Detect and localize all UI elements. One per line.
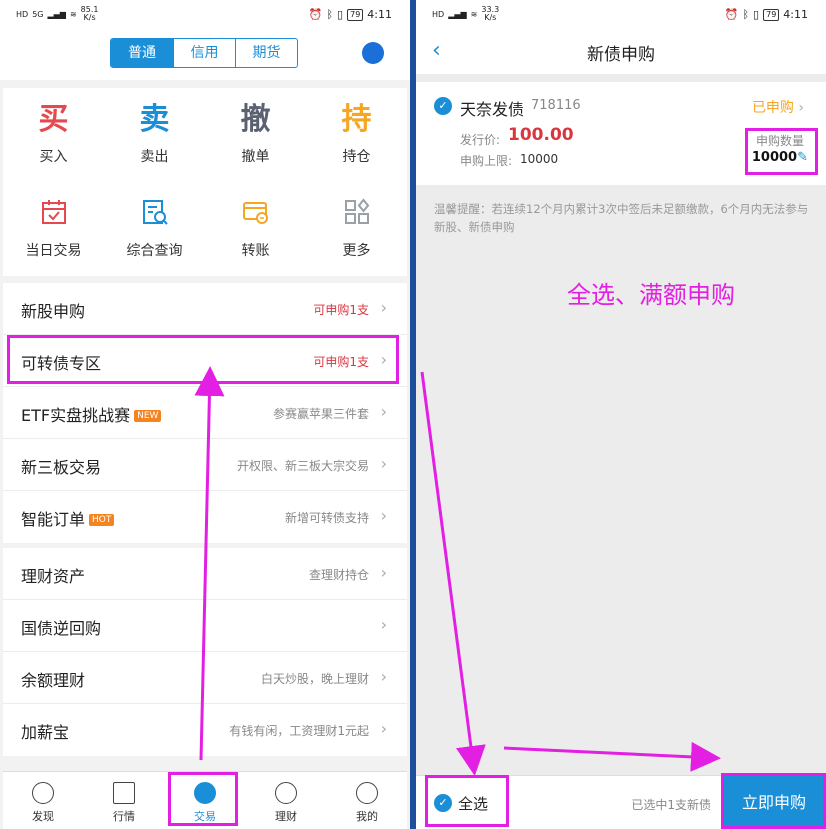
arrow-to-select-all <box>420 371 486 776</box>
arrow-to-convertible-bond <box>194 366 225 761</box>
arrow-to-subscribe <box>503 741 721 772</box>
annotation-arrows <box>194 366 721 776</box>
screenshot-root: HD 5G ▂▄▆ ≋ 85.1 K/s ⏰ ᛒ ▯ 79 4:11 普通 信用 … <box>0 0 826 829</box>
